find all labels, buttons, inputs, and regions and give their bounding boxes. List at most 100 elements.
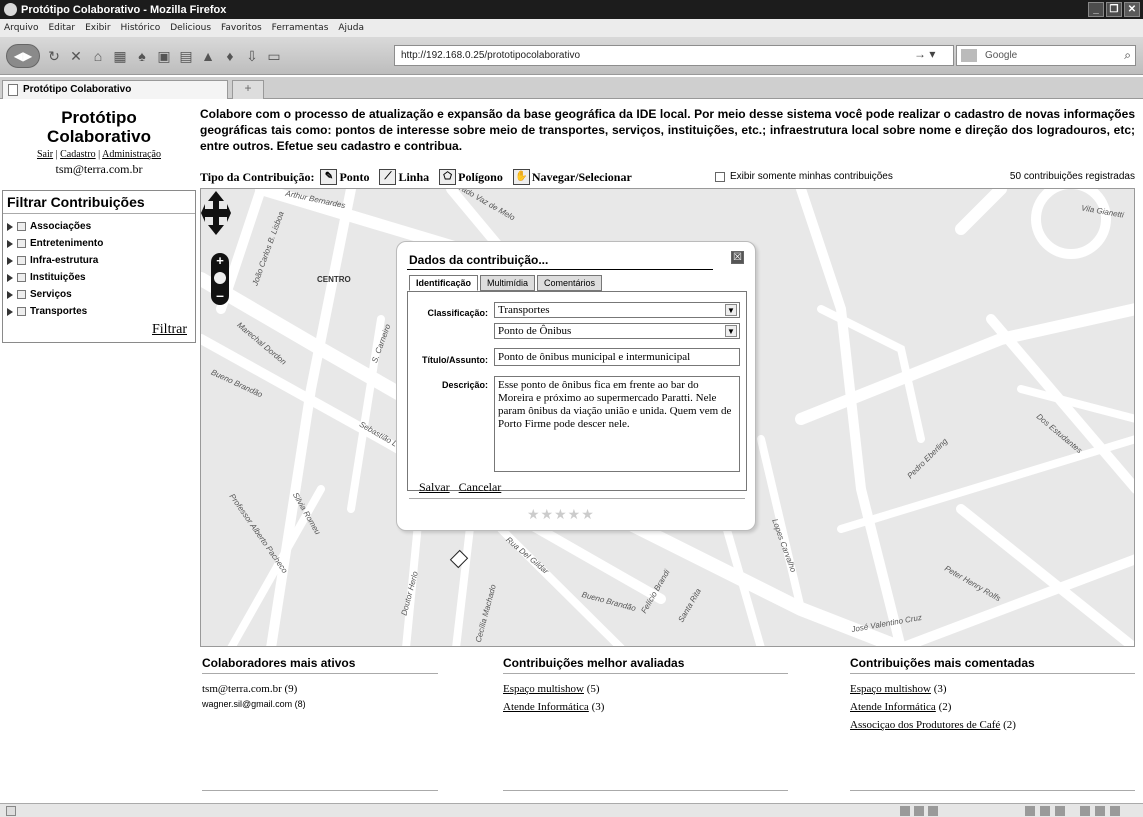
menu-favoritos[interactable]: Favoritos bbox=[221, 23, 262, 33]
tag-icon[interactable]: ♦ bbox=[222, 48, 238, 64]
restore-button[interactable]: ❐ bbox=[1106, 2, 1122, 17]
filter-checkbox[interactable] bbox=[17, 307, 26, 316]
close-window-button[interactable]: ✕ bbox=[1124, 2, 1140, 17]
titulo-input[interactable]: Ponto de ônibus municipal e intermunicip… bbox=[494, 348, 740, 366]
tool-linha[interactable]: ⟋ Linha bbox=[373, 169, 429, 185]
addon-status-icon[interactable] bbox=[914, 806, 924, 816]
mail-icon[interactable] bbox=[1110, 806, 1120, 816]
bookmark-icon[interactable]: ▦ bbox=[112, 48, 128, 64]
filter-item[interactable]: Associações bbox=[7, 218, 191, 235]
filter-item[interactable]: Serviços bbox=[7, 286, 191, 303]
menu-historico[interactable]: Histórico bbox=[121, 23, 161, 33]
menu-delicious[interactable]: Delicious bbox=[170, 23, 211, 33]
filter-checkbox[interactable] bbox=[17, 290, 26, 299]
download-icon[interactable]: ⇩ bbox=[244, 48, 260, 64]
map-label-centro: CENTRO bbox=[317, 275, 351, 284]
home-icon[interactable]: ⌂ bbox=[90, 48, 106, 64]
tab-multimidia[interactable]: Multimídia bbox=[480, 275, 536, 291]
expand-icon[interactable] bbox=[7, 222, 13, 231]
pan-control[interactable] bbox=[201, 189, 231, 237]
dialog-form: Classificação: Transportes ▼ Ponto de Ôn… bbox=[407, 291, 747, 491]
addon-status-icon[interactable] bbox=[900, 806, 910, 816]
subclass-select[interactable]: Ponto de Ônibus ▼ bbox=[494, 323, 740, 339]
new-tab-button[interactable]: + bbox=[232, 80, 264, 99]
tool-ponto[interactable]: ✎ Ponto bbox=[314, 169, 369, 185]
expand-icon[interactable] bbox=[7, 273, 13, 282]
most-commented-link[interactable]: Atende Informática bbox=[850, 701, 936, 713]
rating-stars[interactable]: ★★★★★ bbox=[527, 506, 595, 523]
panel-most-commented: Contribuições mais comentadas Espaço mul… bbox=[850, 656, 1135, 734]
go-arrow-icon[interactable]: → ▾ bbox=[914, 47, 935, 61]
filter-item[interactable]: Transportes bbox=[7, 303, 191, 320]
classificacao-select[interactable]: Transportes ▼ bbox=[494, 302, 740, 318]
expand-icon[interactable] bbox=[7, 256, 13, 265]
menu-exibir[interactable]: Exibir bbox=[85, 23, 110, 33]
mail-icon[interactable] bbox=[928, 806, 938, 816]
list-item: Espaço multishow (3) bbox=[850, 680, 1135, 698]
zoom-in-icon[interactable]: + bbox=[211, 253, 229, 268]
chevron-down-icon[interactable]: ▼ bbox=[725, 304, 737, 316]
descricao-textarea[interactable]: Esse ponto de ônibus fica em frente ao b… bbox=[494, 376, 740, 472]
expand-icon[interactable] bbox=[7, 290, 13, 299]
window-icon[interactable]: ▣ bbox=[156, 48, 172, 64]
cadastro-link[interactable]: Cadastro bbox=[60, 149, 96, 160]
dialog-close-button[interactable]: ☒ bbox=[731, 251, 744, 264]
tool-poligono[interactable]: ⬠ Polígono bbox=[433, 169, 503, 185]
filter-button[interactable]: Filtrar bbox=[152, 322, 187, 338]
browser-tab[interactable]: Protótipo Colaborativo bbox=[2, 80, 228, 99]
chevron-down-icon[interactable]: ▼ bbox=[725, 325, 737, 337]
filter-checkbox[interactable] bbox=[17, 239, 26, 248]
expand-icon[interactable] bbox=[7, 307, 13, 316]
lock-icon[interactable]: ▲ bbox=[200, 48, 216, 64]
list-item: Atende Informática (2) bbox=[850, 698, 1135, 716]
search-icon[interactable]: ⌕ bbox=[1124, 48, 1131, 63]
menu-ferramentas[interactable]: Ferramentas bbox=[272, 23, 329, 33]
addon-status-icon[interactable] bbox=[1095, 806, 1105, 816]
tab-identificacao[interactable]: Identificação bbox=[409, 275, 479, 291]
save-button[interactable]: Salvar bbox=[419, 480, 450, 494]
page-status-icon bbox=[6, 806, 16, 816]
stop-icon[interactable]: ✕ bbox=[68, 48, 84, 64]
addon-status-icon[interactable] bbox=[1055, 806, 1065, 816]
back-forward-button[interactable]: ◀▶ bbox=[6, 43, 40, 68]
filter-checkbox[interactable] bbox=[17, 222, 26, 231]
tab-comentarios[interactable]: Comentários bbox=[537, 275, 603, 291]
zoom-out-icon[interactable]: – bbox=[211, 288, 229, 302]
addon-status-icon[interactable] bbox=[1040, 806, 1050, 816]
menu-editar[interactable]: Editar bbox=[48, 23, 75, 33]
search-engine-icon[interactable] bbox=[961, 49, 977, 62]
addon-status-icon[interactable] bbox=[1025, 806, 1035, 816]
most-commented-link[interactable]: Associçao dos Produtores de Café bbox=[850, 719, 1000, 731]
addon-icon[interactable]: ♠ bbox=[134, 48, 150, 64]
tool-navegar[interactable]: ✋ Navegar/Selecionar bbox=[507, 169, 632, 185]
search-input[interactable]: Google ⌕ bbox=[956, 45, 1136, 66]
note-icon[interactable]: ▭ bbox=[266, 48, 282, 64]
zoom-control[interactable]: + – bbox=[211, 253, 229, 305]
filter-label: Associações bbox=[30, 221, 92, 232]
panel-icon[interactable]: ▤ bbox=[178, 48, 194, 64]
logout-link[interactable]: Sair bbox=[37, 149, 53, 160]
most-commented-link[interactable]: Espaço multishow bbox=[850, 683, 931, 695]
top-rated-link[interactable]: Atende Informática bbox=[503, 701, 589, 713]
filter-item[interactable]: Instituições bbox=[7, 269, 191, 286]
user-links: Sair | Cadastro | Administração bbox=[2, 149, 196, 160]
addon-status-icon[interactable] bbox=[1080, 806, 1090, 816]
menu-ajuda[interactable]: Ajuda bbox=[338, 23, 364, 33]
globe-icon[interactable] bbox=[214, 272, 226, 284]
rating-count: (3) bbox=[588, 701, 605, 713]
filter-checkbox[interactable] bbox=[17, 256, 26, 265]
url-input[interactable]: http://192.168.0.25/prototipocolaborativ… bbox=[394, 45, 954, 66]
filter-label: Instituições bbox=[30, 272, 86, 283]
reload-icon[interactable]: ↻ bbox=[46, 48, 62, 64]
admin-link[interactable]: Administração bbox=[102, 149, 161, 160]
filter-item[interactable]: Infra-estrutura bbox=[7, 252, 191, 269]
minimize-button[interactable]: _ bbox=[1088, 2, 1104, 17]
expand-icon[interactable] bbox=[7, 239, 13, 248]
top-rated-link[interactable]: Espaço multishow bbox=[503, 683, 584, 695]
filter-checkbox[interactable] bbox=[17, 273, 26, 282]
filter-item[interactable]: Entretenimento bbox=[7, 235, 191, 252]
own-contributions-checkbox[interactable] bbox=[715, 171, 725, 182]
cancel-button[interactable]: Cancelar bbox=[459, 480, 502, 494]
menu-arquivo[interactable]: Arquivo bbox=[4, 23, 38, 33]
own-contributions-toggle[interactable]: Exibir somente minhas contribuições bbox=[715, 171, 893, 182]
